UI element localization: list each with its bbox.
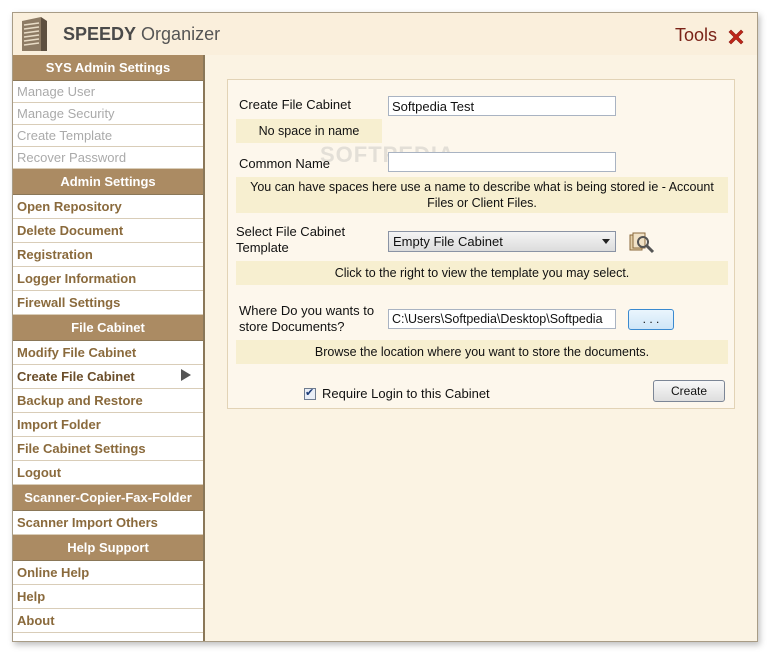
common-name-label: Common Name [239,156,331,171]
template-label: Select File Cabinet Template [236,224,346,255]
sidebar-item-manage-security: Manage Security [13,103,203,125]
sidebar-item-import-folder[interactable]: Import Folder [13,413,203,437]
main-content: SOFTPEDIA Create File Cabinet No space i… [205,55,757,641]
template-hint: Click to the right to view the template … [236,261,728,285]
sidebar-header-admin: Admin Settings [13,169,203,195]
sidebar: SYS Admin Settings Manage User Manage Se… [13,55,205,641]
require-login-label: Require Login to this Cabinet [322,386,490,401]
browse-button[interactable]: . . . [628,309,674,330]
sidebar-item-label: Create File Cabinet [17,369,135,384]
app-title-name: Organizer [141,24,221,44]
create-button[interactable]: Create [653,380,725,402]
app-title: SPEEDY Organizer [63,24,220,45]
sidebar-item-help[interactable]: Help [13,585,203,609]
tools-menu[interactable]: Tools [675,25,717,46]
building-logo-icon [22,17,47,51]
sidebar-item-about[interactable]: About [13,609,203,633]
sidebar-item-backup-restore[interactable]: Backup and Restore [13,389,203,413]
sidebar-item-registration[interactable]: Registration [13,243,203,267]
sidebar-header-help-support: Help Support [13,535,203,561]
view-template-icon[interactable] [628,231,656,255]
cabinet-name-hint: No space in name [236,119,382,143]
store-location-input[interactable] [388,309,616,329]
app-window: SPEEDY Organizer Tools SYS Admin Setting… [12,12,758,642]
play-arrow-icon [181,369,191,381]
store-location-label: Where Do you wants to store Documents? [239,303,375,334]
sidebar-item-create-template: Create Template [13,125,203,147]
title-bar: SPEEDY Organizer Tools [13,13,757,55]
sidebar-header-sys-admin: SYS Admin Settings [13,55,203,81]
sidebar-item-modify-file-cabinet[interactable]: Modify File Cabinet [13,341,203,365]
sidebar-item-scanner-import[interactable]: Scanner Import Others [13,511,203,535]
cabinet-name-label: Create File Cabinet [239,97,351,112]
sidebar-header-file-cabinet: File Cabinet [13,315,203,341]
close-icon[interactable] [726,27,746,47]
sidebar-item-firewall-settings[interactable]: Firewall Settings [13,291,203,315]
sidebar-item-delete-document[interactable]: Delete Document [13,219,203,243]
chevron-down-icon [602,239,610,244]
template-select[interactable]: Empty File Cabinet [388,231,616,252]
sidebar-item-recover-password: Recover Password [13,147,203,169]
store-location-hint: Browse the location where you want to st… [236,340,728,364]
sidebar-item-logout[interactable]: Logout [13,461,203,485]
sidebar-item-manage-user: Manage User [13,81,203,103]
sidebar-item-create-file-cabinet[interactable]: Create File Cabinet [13,365,203,389]
sidebar-item-logger-information[interactable]: Logger Information [13,267,203,291]
common-name-input[interactable] [388,152,616,172]
create-cabinet-form: SOFTPEDIA Create File Cabinet No space i… [227,79,735,409]
app-title-brand: SPEEDY [63,24,137,44]
sidebar-item-online-help[interactable]: Online Help [13,561,203,585]
template-select-value: Empty File Cabinet [393,234,503,249]
cabinet-name-input[interactable] [388,96,616,116]
sidebar-header-scanner: Scanner-Copier-Fax-Folder [13,485,203,511]
sidebar-item-file-cabinet-settings[interactable]: File Cabinet Settings [13,437,203,461]
sidebar-item-open-repository[interactable]: Open Repository [13,195,203,219]
require-login-checkbox[interactable] [304,386,316,400]
common-name-hint: You can have spaces here use a name to d… [236,177,728,213]
